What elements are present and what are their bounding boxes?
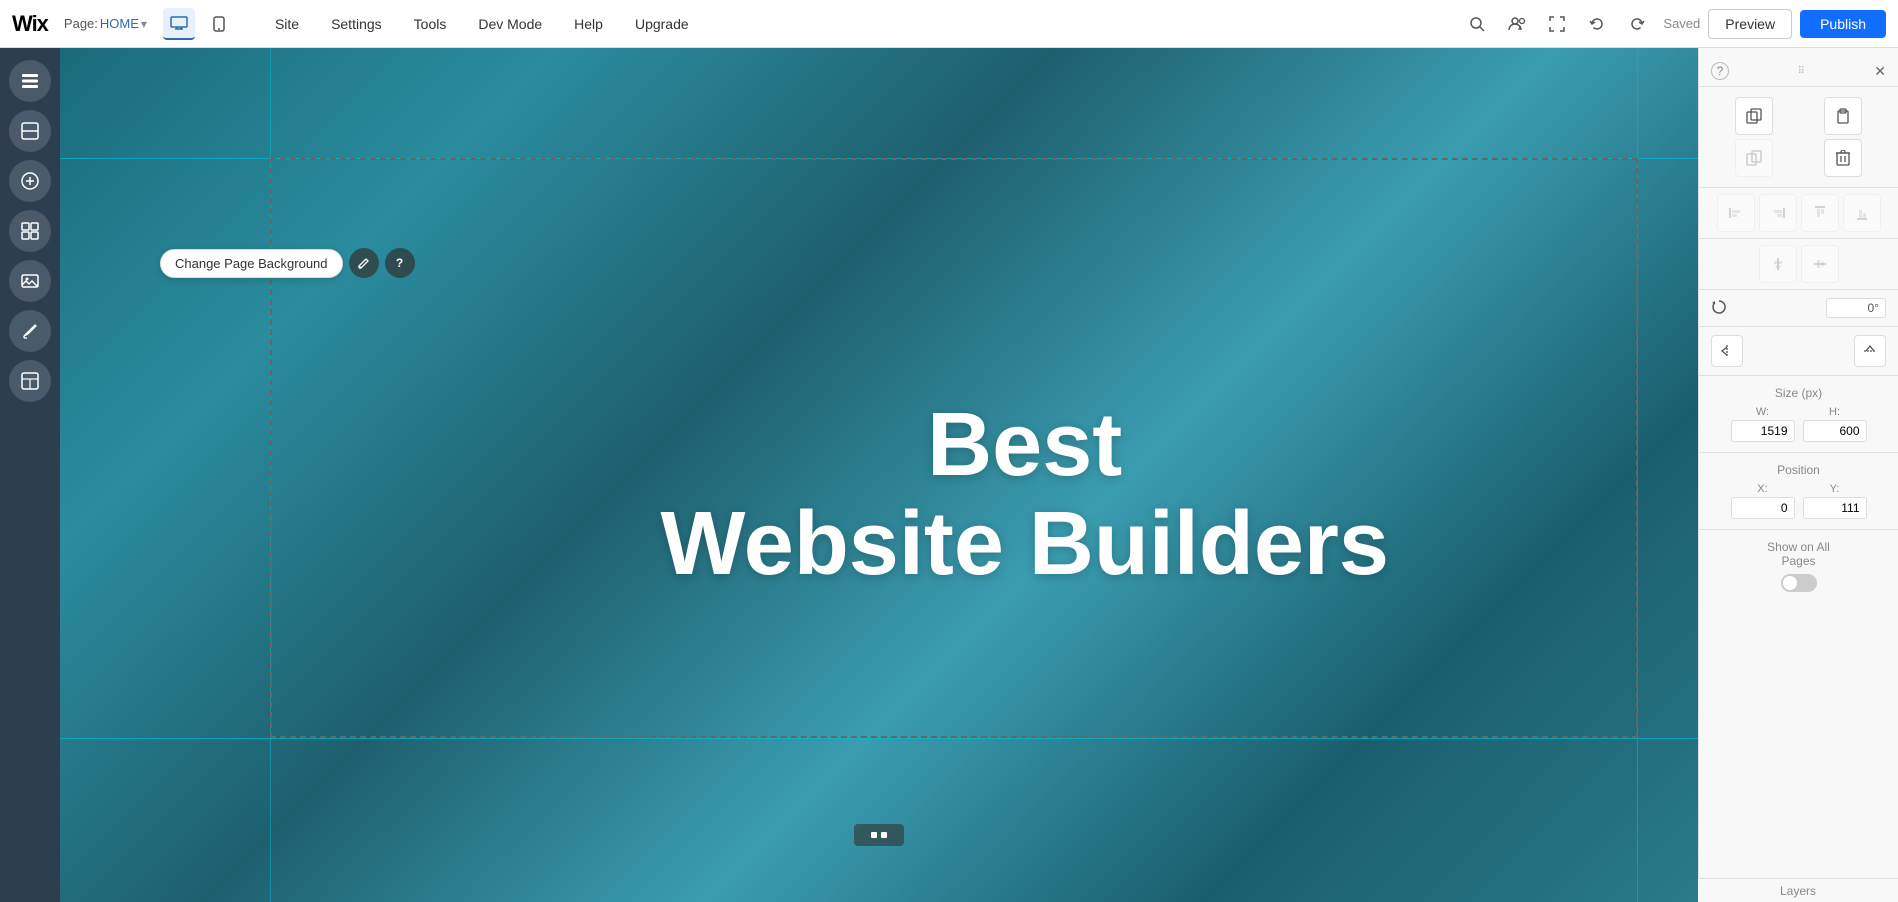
left-sidebar xyxy=(0,48,60,902)
redo-icon[interactable] xyxy=(1623,10,1651,38)
delete-button[interactable] xyxy=(1824,139,1862,177)
height-field: H: xyxy=(1803,406,1867,442)
show-on-pages-section: Show on AllPages xyxy=(1699,530,1898,602)
nav-site[interactable]: Site xyxy=(259,0,315,48)
search-icon[interactable] xyxy=(1463,10,1491,38)
panel-header: ? ⠿ ✕ xyxy=(1699,56,1898,87)
headline-line1: Best xyxy=(660,396,1389,495)
change-bg-button[interactable]: Change Page Background xyxy=(160,249,343,278)
width-field: W: xyxy=(1731,406,1795,442)
app-market-button[interactable] xyxy=(9,360,51,402)
rotation-icon xyxy=(1711,299,1727,318)
y-field: Y: xyxy=(1803,483,1867,519)
main-area: Change Page Background ? Best Website Bu… xyxy=(0,48,1898,902)
add-section-button[interactable] xyxy=(9,210,51,252)
page-name[interactable]: HOME xyxy=(100,16,139,31)
align-left-button[interactable] xyxy=(1717,194,1755,232)
sections-button[interactable] xyxy=(9,110,51,152)
flip-v-button[interactable] xyxy=(1854,335,1886,367)
panel-help-button[interactable]: ? xyxy=(1711,62,1729,80)
rotation-row: 0° xyxy=(1699,290,1898,327)
fullscreen-icon[interactable] xyxy=(1543,10,1571,38)
x-label: X: xyxy=(1757,483,1767,495)
show-on-pages-toggle[interactable] xyxy=(1781,574,1817,592)
nav-devmode[interactable]: Dev Mode xyxy=(462,0,558,48)
align-top-button[interactable] xyxy=(1801,194,1839,232)
pages-button[interactable] xyxy=(9,60,51,102)
panel-close-button[interactable]: ✕ xyxy=(1874,63,1886,80)
headline-line2: Website Builders xyxy=(660,495,1389,594)
align-center-v-button[interactable] xyxy=(1801,245,1839,283)
action-icons xyxy=(1699,87,1898,188)
device-switcher xyxy=(163,8,235,40)
size-title: Size (px) xyxy=(1711,386,1886,400)
blog-button[interactable] xyxy=(9,310,51,352)
copy-button[interactable] xyxy=(1735,97,1773,135)
nav-settings[interactable]: Settings xyxy=(315,0,398,48)
size-section: Size (px) W: H: xyxy=(1699,376,1898,453)
chevron-down-icon[interactable]: ▾ xyxy=(141,17,147,31)
page-label: Page: xyxy=(64,16,98,31)
topbar: Wix Page: HOME ▾ Site Settings Tools Dev… xyxy=(0,0,1898,48)
nav-upgrade[interactable]: Upgrade xyxy=(619,0,705,48)
topbar-right-icons xyxy=(1463,10,1651,38)
add-element-button[interactable] xyxy=(9,160,51,202)
edit-icon-button[interactable] xyxy=(349,248,379,278)
x-field: X: xyxy=(1731,483,1795,519)
flip-h-button[interactable] xyxy=(1711,335,1743,367)
position-section: Position X: Y: xyxy=(1699,453,1898,530)
align-icons-row2 xyxy=(1699,239,1898,290)
duplicate-button[interactable] xyxy=(1735,139,1773,177)
width-label: W: xyxy=(1756,406,1769,418)
align-bottom-button[interactable] xyxy=(1843,194,1881,232)
change-bg-toolbar: Change Page Background ? xyxy=(160,248,415,278)
show-on-pages-label: Show on AllPages xyxy=(1767,540,1830,568)
x-input[interactable] xyxy=(1731,497,1795,519)
undo-icon[interactable] xyxy=(1583,10,1611,38)
align-right-button[interactable] xyxy=(1759,194,1797,232)
layers-label: Layers xyxy=(1780,884,1816,898)
align-center-h-button[interactable] xyxy=(1759,245,1797,283)
paste-button[interactable] xyxy=(1824,97,1862,135)
panel-drag-handle[interactable]: ⠿ xyxy=(1797,66,1805,77)
height-label: H: xyxy=(1829,406,1840,418)
flip-row xyxy=(1699,327,1898,376)
desktop-device-icon[interactable] xyxy=(163,8,195,40)
nav-tools[interactable]: Tools xyxy=(398,0,463,48)
resize-handle[interactable] xyxy=(854,824,904,846)
right-panel: ? ⠿ ✕ xyxy=(1698,48,1898,902)
canvas-headline[interactable]: Best Website Builders xyxy=(660,396,1389,594)
preview-button[interactable]: Preview xyxy=(1708,9,1792,39)
wix-logo: Wix xyxy=(12,11,48,37)
saved-label: Saved xyxy=(1663,16,1700,31)
people-icon[interactable] xyxy=(1503,10,1531,38)
canvas-area[interactable]: Change Page Background ? Best Website Bu… xyxy=(60,48,1698,902)
nav-help[interactable]: Help xyxy=(558,0,619,48)
mobile-device-icon[interactable] xyxy=(203,8,235,40)
width-input[interactable] xyxy=(1731,420,1795,442)
publish-button[interactable]: Publish xyxy=(1800,10,1886,38)
align-icons-row1 xyxy=(1699,188,1898,239)
y-input[interactable] xyxy=(1803,497,1867,519)
position-title: Position xyxy=(1711,463,1886,477)
media-button[interactable] xyxy=(9,260,51,302)
y-label: Y: xyxy=(1830,483,1840,495)
layers-tab[interactable]: Layers xyxy=(1698,878,1898,902)
help-icon-button[interactable]: ? xyxy=(385,248,415,278)
nav-items: Site Settings Tools Dev Mode Help Upgrad… xyxy=(259,0,1463,48)
height-input[interactable] xyxy=(1803,420,1867,442)
rotation-value[interactable]: 0° xyxy=(1826,298,1886,318)
